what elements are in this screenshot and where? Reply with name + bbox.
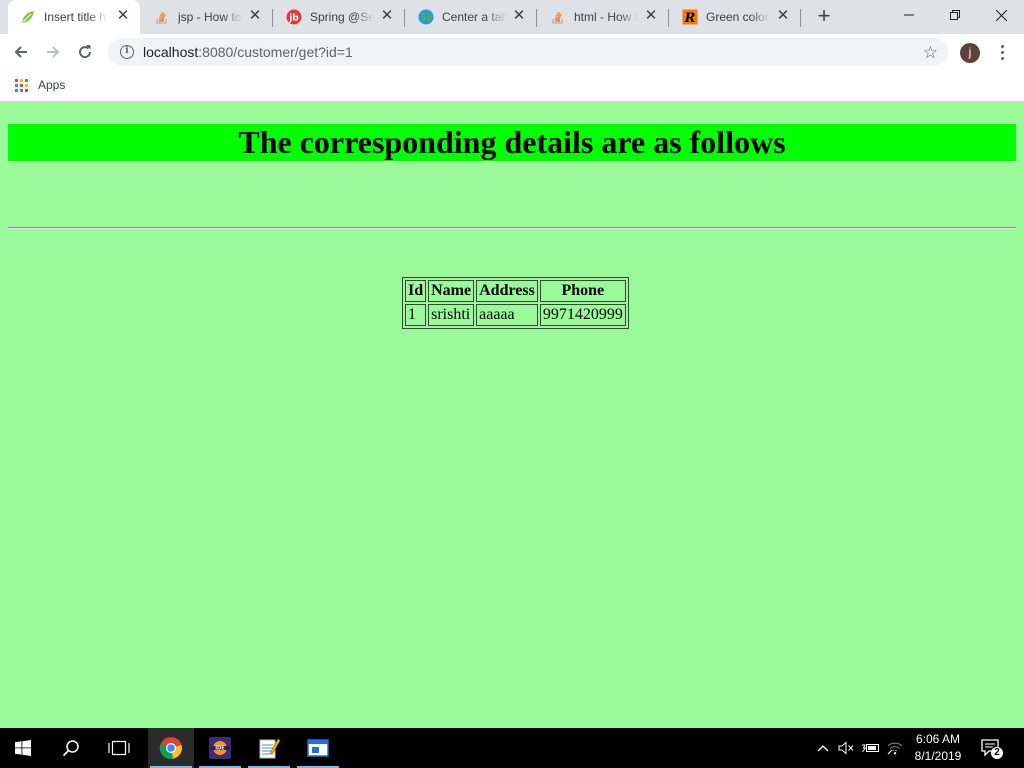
- notification-count-badge: 2: [994, 747, 1000, 758]
- reload-button[interactable]: [72, 39, 98, 65]
- table-row: 1 srishti aaaaa 9971420999: [405, 304, 626, 326]
- tab-spring-service[interactable]: jb Spring @Service ✕: [274, 0, 404, 34]
- customer-table: Id Name Address Phone 1 srishti aaaaa 99…: [402, 277, 629, 329]
- taskbar-eclipse[interactable]: IDE: [197, 728, 243, 768]
- back-button[interactable]: [8, 39, 34, 65]
- table-header-row: Id Name Address Phone: [405, 280, 626, 302]
- page-content: The corresponding details are as follows…: [0, 102, 1024, 728]
- stackoverflow-icon: [550, 9, 566, 25]
- tab-separator: [800, 9, 801, 27]
- cell-address: aaaaa: [476, 304, 538, 326]
- cell-id: 1: [405, 304, 427, 326]
- apps-grid-icon: [15, 78, 28, 92]
- task-view-icon: [108, 740, 130, 756]
- notepad-icon: [259, 738, 281, 759]
- cell-name: srishti: [428, 304, 475, 326]
- tab-title: Insert title here: [44, 10, 108, 24]
- eclipse-ide-icon: IDE: [209, 737, 231, 759]
- taskbar-app[interactable]: [295, 728, 341, 768]
- tab-title: Center a table: [442, 10, 506, 24]
- apps-shortcut[interactable]: Apps: [15, 78, 65, 92]
- tab-strip: Insert title here ✕ jsp - How to ✕ jb Sp…: [0, 0, 1024, 34]
- tab-green-color[interactable]: R Green color ✕: [670, 0, 800, 34]
- tab-title: Spring @Service: [310, 10, 374, 24]
- battery-icon[interactable]: [860, 728, 882, 768]
- close-icon[interactable]: ✕: [248, 8, 262, 23]
- tab-title: jsp - How to: [178, 10, 242, 24]
- tab-separator: [668, 9, 669, 27]
- apps-label: Apps: [38, 78, 66, 92]
- url-host: localhost: [143, 44, 199, 60]
- bookmarks-bar: Apps: [0, 70, 1024, 102]
- start-button[interactable]: [0, 728, 46, 768]
- close-icon[interactable]: ✕: [644, 8, 658, 23]
- close-window-button[interactable]: [978, 0, 1024, 30]
- clock-time: 6:06 AM: [915, 732, 961, 746]
- search-icon: [62, 740, 79, 757]
- window-app-icon: [307, 739, 329, 757]
- new-tab-button[interactable]: +: [812, 5, 836, 29]
- tab-separator: [272, 9, 273, 27]
- close-icon[interactable]: ✕: [380, 8, 394, 23]
- close-icon[interactable]: ✕: [116, 8, 130, 23]
- close-icon[interactable]: ✕: [512, 8, 526, 23]
- chevron-up-icon: [817, 745, 829, 752]
- cell-phone: 9971420999: [539, 304, 626, 326]
- tab-title: Green color: [706, 10, 769, 24]
- volume-muted-icon[interactable]: [836, 728, 856, 768]
- chrome-icon: [159, 737, 182, 760]
- horizontal-rule: [8, 227, 1016, 229]
- task-view-button[interactable]: [96, 728, 142, 768]
- column-header-address: Address: [476, 280, 538, 302]
- reload-icon: [79, 45, 92, 59]
- close-icon[interactable]: ✕: [776, 8, 790, 23]
- svg-text:R: R: [684, 11, 696, 25]
- spring-icon: jb: [286, 9, 302, 25]
- browser-toolbar: i localhost:8080/customer/get?id=1 ☆: [0, 34, 1024, 70]
- bookmark-star-icon[interactable]: ☆: [923, 43, 938, 63]
- wifi-icon[interactable]: [884, 728, 906, 768]
- forward-button[interactable]: [40, 39, 66, 65]
- stackoverflow-icon: [154, 9, 170, 25]
- info-icon[interactable]: i: [120, 45, 134, 59]
- url-path: :8080/customer/get?id=1: [198, 44, 353, 60]
- taskbar: IDE 6:06 AM 8/1/2019 2: [0, 728, 1024, 768]
- column-header-id: Id: [405, 280, 427, 302]
- back-arrow-icon: [14, 46, 27, 58]
- svg-text:jb: jb: [288, 14, 299, 24]
- tab-insert-title[interactable]: Insert title here ✕: [8, 0, 140, 34]
- search-button[interactable]: [48, 728, 94, 768]
- globe-icon: [418, 9, 434, 25]
- show-hidden-icons-button[interactable]: [812, 728, 834, 768]
- menu-kebab-icon[interactable]: [996, 42, 1008, 62]
- taskbar-notepad[interactable]: [246, 728, 292, 768]
- system-clock[interactable]: 6:06 AM 8/1/2019: [906, 731, 970, 765]
- r-icon: R: [682, 9, 698, 25]
- column-header-name: Name: [428, 280, 475, 302]
- address-bar[interactable]: i localhost:8080/customer/get?id=1 ☆: [108, 38, 948, 66]
- clock-date: 8/1/2019: [914, 749, 962, 763]
- tab-center-table[interactable]: Center a table ✕: [406, 0, 536, 34]
- svg-text:IDE: IDE: [215, 746, 225, 752]
- tab-separator: [536, 9, 537, 27]
- leaf-icon: [20, 9, 36, 25]
- page-heading: The corresponding details are as follows: [8, 124, 1016, 161]
- taskbar-chrome[interactable]: [148, 728, 194, 768]
- tab-title: html - How to: [574, 10, 638, 24]
- restore-button[interactable]: [932, 0, 978, 30]
- windows-icon: [15, 740, 31, 756]
- column-header-phone: Phone: [539, 280, 626, 302]
- action-center-button[interactable]: 2: [980, 736, 1004, 760]
- profile-avatar[interactable]: j: [960, 43, 980, 63]
- minimize-button[interactable]: [886, 0, 932, 30]
- tab-jsp-how-to[interactable]: jsp - How to ✕: [142, 0, 272, 34]
- tab-separator: [404, 9, 405, 27]
- tab-html-how-to[interactable]: html - How to ✕: [538, 0, 668, 34]
- forward-arrow-icon: [47, 46, 60, 58]
